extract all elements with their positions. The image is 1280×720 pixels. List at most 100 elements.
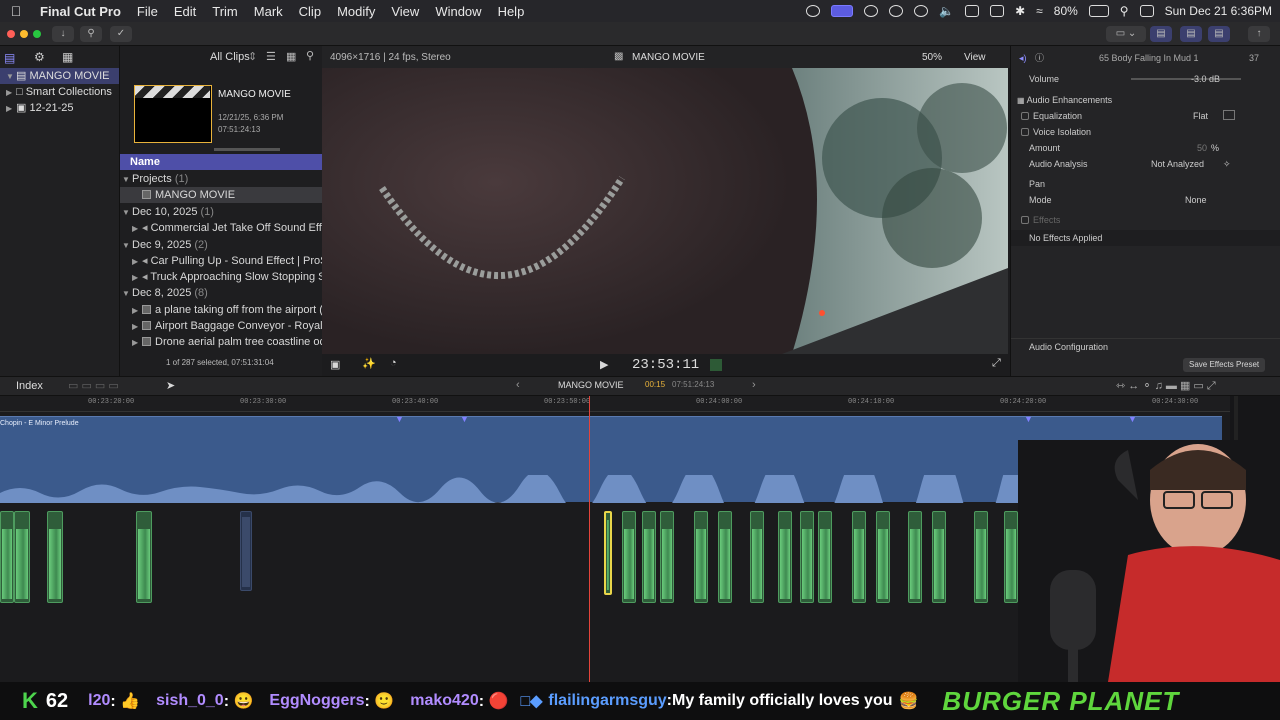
timeline-ruler[interactable]: 00:23:20:00 00:23:30:00 00:23:40:00 00:2… bbox=[0, 396, 1230, 412]
audio-clip[interactable] bbox=[932, 511, 946, 603]
keyframe-marker[interactable]: ▼ bbox=[1024, 414, 1033, 424]
background-tasks-icon[interactable]: ✓ bbox=[110, 26, 132, 42]
minimize-button[interactable] bbox=[20, 30, 28, 38]
filter-chevron-icon[interactable]: ⇕ bbox=[248, 50, 257, 63]
grid-icon[interactable] bbox=[889, 5, 904, 17]
group-row[interactable]: ▼ Dec 8, 2025 (8) bbox=[120, 285, 322, 301]
audio-clip[interactable] bbox=[718, 511, 732, 603]
fullscreen-icon[interactable]: ⤢ bbox=[992, 357, 1001, 370]
keyframe-marker[interactable]: ▼ bbox=[395, 414, 404, 424]
layout-icon[interactable]: ▭ ⌄ bbox=[1106, 26, 1146, 42]
audio-clip[interactable] bbox=[818, 511, 832, 603]
list-view-icon[interactable]: ☰ bbox=[266, 50, 276, 63]
index-button[interactable]: Index bbox=[8, 380, 51, 392]
audio-clip[interactable] bbox=[778, 511, 792, 603]
audio-clip[interactable] bbox=[0, 511, 14, 603]
apple-icon[interactable]:  bbox=[0, 3, 32, 19]
menu-window[interactable]: Window bbox=[427, 4, 489, 19]
browser-toggle-icon[interactable]: ▤ bbox=[1150, 26, 1172, 42]
zoom-button[interactable] bbox=[33, 30, 41, 38]
status-icon[interactable] bbox=[806, 5, 821, 17]
audio-clip[interactable] bbox=[660, 511, 674, 603]
clip-row[interactable]: ▶◂ Truck Approaching Slow Stopping Sound bbox=[120, 269, 322, 285]
clip-row[interactable]: ▶a plane taking off from the airport ( 4… bbox=[120, 302, 322, 318]
menu-edit[interactable]: Edit bbox=[166, 4, 204, 19]
spotlight-icon[interactable]: ⚲ bbox=[1120, 4, 1129, 18]
forward-icon[interactable]: › bbox=[752, 379, 756, 391]
viewer-frame[interactable] bbox=[322, 68, 1008, 354]
battery-percent[interactable]: 80% bbox=[1054, 4, 1078, 18]
audio-clip[interactable] bbox=[14, 511, 30, 603]
audio-clip[interactable] bbox=[47, 511, 63, 603]
menu-trim[interactable]: Trim bbox=[204, 4, 246, 19]
audio-config-label[interactable]: Audio Configuration bbox=[1029, 342, 1108, 352]
audio-clip[interactable] bbox=[694, 511, 708, 603]
zoom-level[interactable]: 50% bbox=[922, 52, 942, 63]
play-icon[interactable] bbox=[914, 5, 929, 17]
group-row[interactable]: ▼ Projects (1) bbox=[120, 171, 322, 187]
titles-icon[interactable]: ▦ bbox=[62, 50, 73, 64]
audio-clip[interactable] bbox=[876, 511, 890, 603]
view-menu[interactable]: View bbox=[964, 52, 986, 63]
volume-value[interactable]: -3.0 dB bbox=[1191, 71, 1220, 87]
audio-inspector-icon[interactable]: ◂) bbox=[1019, 53, 1027, 63]
clock[interactable]: Sun Dec 21 6:36PM bbox=[1165, 4, 1272, 18]
audio-clip[interactable] bbox=[240, 511, 252, 591]
project-row[interactable]: MANGO MOVIE bbox=[120, 187, 322, 203]
control-center-icon[interactable] bbox=[1139, 5, 1154, 17]
audio-clip[interactable] bbox=[974, 511, 988, 603]
thumbnail-slider[interactable] bbox=[214, 148, 280, 151]
import-icon[interactable]: ↓ bbox=[52, 26, 74, 42]
menu-help[interactable]: Help bbox=[490, 4, 533, 19]
group-row[interactable]: ▼ Dec 10, 2025 (1) bbox=[120, 204, 322, 220]
edit-tools-icon[interactable]: ▭ ▭ ▭ ▭ bbox=[68, 379, 119, 392]
audio-clip[interactable] bbox=[800, 511, 814, 603]
menu-app[interactable]: Final Cut Pro bbox=[32, 4, 129, 19]
analyze-wand-icon[interactable]: ✧ bbox=[1223, 156, 1231, 172]
audio-clip[interactable] bbox=[642, 511, 656, 603]
audio-clip[interactable] bbox=[136, 511, 152, 603]
audio-clip[interactable] bbox=[750, 511, 764, 603]
clip-row[interactable]: ▶Airport Baggage Conveyor - Royalty Free bbox=[120, 318, 322, 334]
audio-clip[interactable] bbox=[1004, 511, 1018, 603]
menu-file[interactable]: File bbox=[129, 4, 166, 19]
photos-icon[interactable]: ⚙ bbox=[34, 50, 45, 64]
inspector-toggle-icon[interactable]: ▤ bbox=[1208, 26, 1230, 42]
amount-value[interactable]: 50 bbox=[1197, 140, 1207, 156]
equalization-checkbox[interactable] bbox=[1021, 112, 1029, 120]
clip-row[interactable]: ▶ ◂ Commercial Jet Take Off Sound Effect bbox=[120, 220, 322, 236]
name-column-header[interactable]: Name bbox=[120, 154, 322, 170]
voice-isolation-checkbox[interactable] bbox=[1021, 128, 1029, 136]
enhancements-checkbox[interactable]: ▦ bbox=[1017, 96, 1025, 105]
group-row[interactable]: ▼ Dec 9, 2025 (2) bbox=[120, 237, 322, 253]
clip-filter[interactable]: All Clips bbox=[210, 51, 250, 63]
audio-clip[interactable] bbox=[604, 511, 612, 595]
wifi-icon[interactable]: ≈ bbox=[1036, 4, 1043, 18]
keywords-icon[interactable]: ⚲ bbox=[80, 26, 102, 42]
volume-slider[interactable] bbox=[1131, 78, 1241, 80]
display-icon[interactable] bbox=[965, 5, 980, 17]
volume-icon[interactable]: 🔈 bbox=[939, 4, 954, 18]
clip-row[interactable]: ▶◂ Car Pulling Up - Sound Effect | ProSo… bbox=[120, 253, 322, 269]
mode-select[interactable]: None bbox=[1185, 192, 1207, 208]
event-row[interactable]: ▶ ▣ 12-21-25 bbox=[0, 100, 119, 116]
menu-clip[interactable]: Clip bbox=[291, 4, 329, 19]
smart-collections-row[interactable]: ▶ □ Smart Collections bbox=[0, 84, 119, 100]
library-row[interactable]: ▼ ▤ MANGO MOVIE bbox=[0, 68, 119, 84]
screen-icon[interactable] bbox=[990, 5, 1005, 17]
effects-checkbox[interactable] bbox=[1021, 216, 1029, 224]
timeline-project-title[interactable]: MANGO MOVIE bbox=[558, 380, 624, 390]
timeline-toggle-icon[interactable]: ▤ bbox=[1180, 26, 1202, 42]
select-tool-icon[interactable]: ➤ bbox=[166, 379, 175, 392]
eq-select[interactable]: Flat bbox=[1193, 108, 1208, 124]
audio-clip[interactable] bbox=[852, 511, 866, 603]
filmstrip-icon[interactable]: ▦ bbox=[286, 50, 296, 63]
bluetooth-icon[interactable]: ✱ bbox=[1015, 4, 1025, 18]
info-icon[interactable]: ⓘ bbox=[1035, 53, 1044, 63]
speed-icon[interactable]: ◔ bbox=[390, 357, 397, 369]
save-preset-button[interactable]: Save Effects Preset bbox=[1183, 358, 1266, 372]
playhead[interactable] bbox=[589, 396, 590, 682]
focus-icon[interactable] bbox=[864, 5, 879, 17]
project-thumbnail[interactable] bbox=[134, 85, 212, 143]
clip-row[interactable]: ▶Drone aerial palm tree coastline ocean … bbox=[120, 334, 322, 350]
